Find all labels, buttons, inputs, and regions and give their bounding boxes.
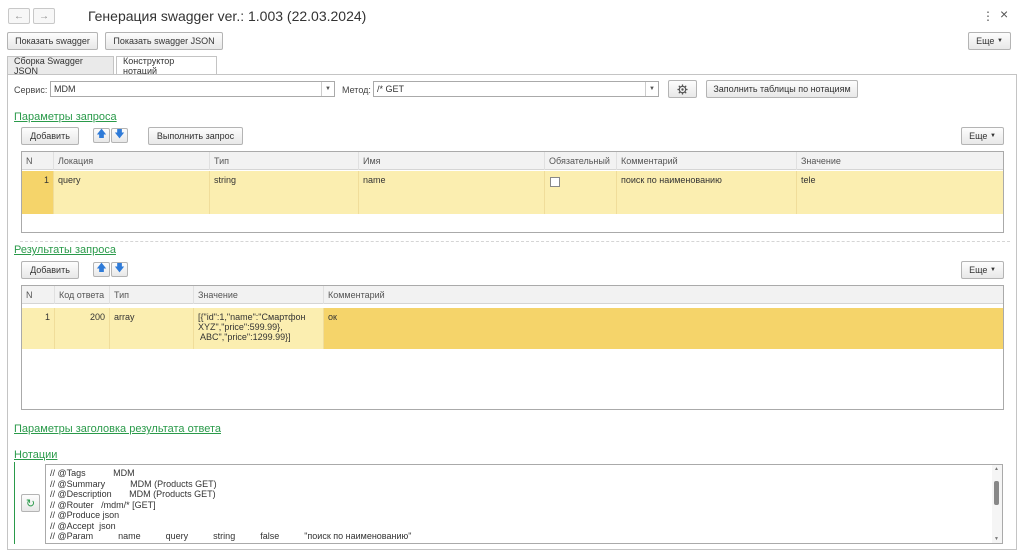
value-line: ABC","price":1299.99}]: [198, 332, 291, 342]
move-down-button[interactable]: 🡇: [111, 262, 128, 277]
results-more-button[interactable]: Еще ▼: [961, 261, 1004, 279]
more-label: Еще: [969, 131, 988, 141]
col-type[interactable]: Тип: [110, 286, 194, 304]
add-result-button[interactable]: Добавить: [21, 261, 79, 279]
arrow-down-icon: 🡇: [114, 129, 125, 140]
value-line: [{"id":1,"name":"Смартфон: [198, 312, 306, 322]
notations-text: // @Tags MDM // @Summary MDM (Products G…: [50, 468, 411, 542]
header-params-title[interactable]: Параметры заголовка результата ответа: [14, 423, 221, 435]
more-label: Еще: [969, 265, 988, 275]
fill-tables-button[interactable]: Заполнить таблицы по нотациям: [706, 80, 858, 98]
add-param-button[interactable]: Добавить: [21, 127, 79, 145]
move-down-button[interactable]: 🡇: [111, 128, 128, 143]
col-location[interactable]: Локация: [54, 152, 210, 170]
forward-button[interactable]: →: [33, 8, 55, 24]
show-swagger-json-button[interactable]: Показать swagger JSON: [105, 32, 223, 50]
table-header: N Код ответа Тип Значение Комментарий: [22, 286, 1003, 304]
refresh-icon: ↻: [25, 497, 36, 510]
col-n[interactable]: N: [22, 286, 55, 304]
service-select[interactable]: MDM ▼: [50, 81, 335, 97]
scrollbar[interactable]: ▲ ▼: [992, 465, 1002, 543]
arrow-down-icon: 🡇: [114, 263, 125, 274]
row-value[interactable]: [{"id":1,"name":"Смартфон XYZ","price":5…: [194, 308, 324, 349]
request-results-title[interactable]: Результаты запроса: [14, 244, 116, 256]
tab-notation-constructor[interactable]: Конструктор нотаций: [116, 56, 217, 76]
scrollbar-thumb[interactable]: [994, 481, 999, 505]
request-params-title[interactable]: Параметры запроса: [14, 111, 117, 123]
col-comment[interactable]: Комментарий: [324, 286, 1003, 304]
notations-marker: [14, 462, 15, 544]
notation-line: // @Param name query string false "поиск…: [50, 531, 412, 541]
scroll-down-icon[interactable]: ▼: [994, 536, 999, 542]
notation-line: // @Accept json: [50, 520, 116, 531]
params-more-button[interactable]: Еще ▼: [961, 127, 1004, 145]
dropdown-icon[interactable]: ▼: [321, 82, 334, 96]
notation-line: // @Router /mdm/* [GET]: [50, 499, 156, 510]
service-value: MDM: [54, 84, 76, 94]
arrow-left-icon: ←: [14, 10, 24, 22]
chevron-down-icon: ▼: [996, 38, 1003, 44]
chevron-down-icon: ▼: [989, 133, 996, 139]
row-required-cell: [545, 171, 617, 214]
arrow-up-icon: 🡅: [96, 129, 107, 140]
table-header: N Локация Тип Имя Обязательный Комментар…: [22, 152, 1003, 170]
tab-swagger-build[interactable]: Сборка Swagger JSON: [7, 56, 114, 76]
value-line: XYZ","price":599.99},: [198, 322, 283, 332]
chevron-down-icon: ▼: [989, 267, 996, 273]
notation-line: // @Summary MDM (Products GET): [50, 478, 217, 489]
gear-icon: [677, 83, 688, 95]
row-type[interactable]: array: [110, 308, 194, 349]
col-name[interactable]: Имя: [359, 152, 545, 170]
col-value[interactable]: Значение: [797, 152, 1003, 170]
row-comment[interactable]: ок: [324, 308, 1003, 349]
row-n[interactable]: 1: [22, 308, 55, 349]
results-table: N Код ответа Тип Значение Комментарий 1 …: [21, 285, 1004, 410]
row-location[interactable]: query: [54, 171, 210, 214]
window-title: Генерация swagger ver.: 1.003 (22.03.202…: [88, 8, 367, 24]
move-up-button[interactable]: 🡅: [93, 128, 110, 143]
notation-line: // @Description MDM (Products GET): [50, 489, 216, 499]
arrow-up-icon: 🡅: [96, 263, 107, 274]
col-comment[interactable]: Комментарий: [617, 152, 797, 170]
show-swagger-button[interactable]: Показать swagger: [7, 32, 98, 50]
section-divider: [20, 241, 1010, 242]
settings-button[interactable]: [668, 80, 697, 98]
required-checkbox[interactable]: [550, 177, 560, 187]
notations-textarea[interactable]: // @Tags MDM // @Summary MDM (Products G…: [45, 464, 1003, 544]
more-label: Еще: [976, 36, 995, 46]
col-n[interactable]: N: [22, 152, 54, 170]
dropdown-icon[interactable]: ▼: [645, 82, 658, 96]
row-code[interactable]: 200: [55, 308, 110, 349]
row-type[interactable]: string: [210, 171, 359, 214]
row-comment[interactable]: поиск по наименованию: [617, 171, 797, 214]
notation-line: // @Tags MDM: [50, 468, 135, 478]
method-select[interactable]: /* GET ▼: [373, 81, 659, 97]
more-menu-icon[interactable]: ⋮: [982, 9, 994, 23]
row-n[interactable]: 1: [22, 171, 54, 214]
scroll-up-icon[interactable]: ▲: [994, 466, 999, 472]
col-code[interactable]: Код ответа: [55, 286, 110, 304]
notation-line: // @Produce json: [50, 510, 120, 520]
back-button[interactable]: ←: [8, 8, 30, 24]
more-button[interactable]: Еще ▼: [968, 32, 1011, 50]
table-row[interactable]: 1 200 array [{"id":1,"name":"Смартфон XY…: [22, 308, 1003, 349]
col-type[interactable]: Тип: [210, 152, 359, 170]
close-icon[interactable]: ×: [1000, 6, 1008, 22]
col-required[interactable]: Обязательный: [545, 152, 617, 170]
move-up-button[interactable]: 🡅: [93, 262, 110, 277]
row-value[interactable]: tele: [797, 171, 1003, 214]
row-name[interactable]: name: [359, 171, 545, 214]
table-row[interactable]: 1 query string name поиск по наименовани…: [22, 171, 1003, 214]
arrow-right-icon: →: [39, 10, 49, 22]
method-value: /* GET: [377, 84, 405, 94]
method-label: Метод:: [342, 85, 371, 95]
service-label: Сервис:: [14, 85, 48, 95]
params-table: N Локация Тип Имя Обязательный Комментар…: [21, 151, 1004, 233]
refresh-button[interactable]: ↻: [21, 494, 40, 512]
execute-request-button[interactable]: Выполнить запрос: [148, 127, 243, 145]
col-value[interactable]: Значение: [194, 286, 324, 304]
notations-title[interactable]: Нотации: [14, 449, 57, 461]
